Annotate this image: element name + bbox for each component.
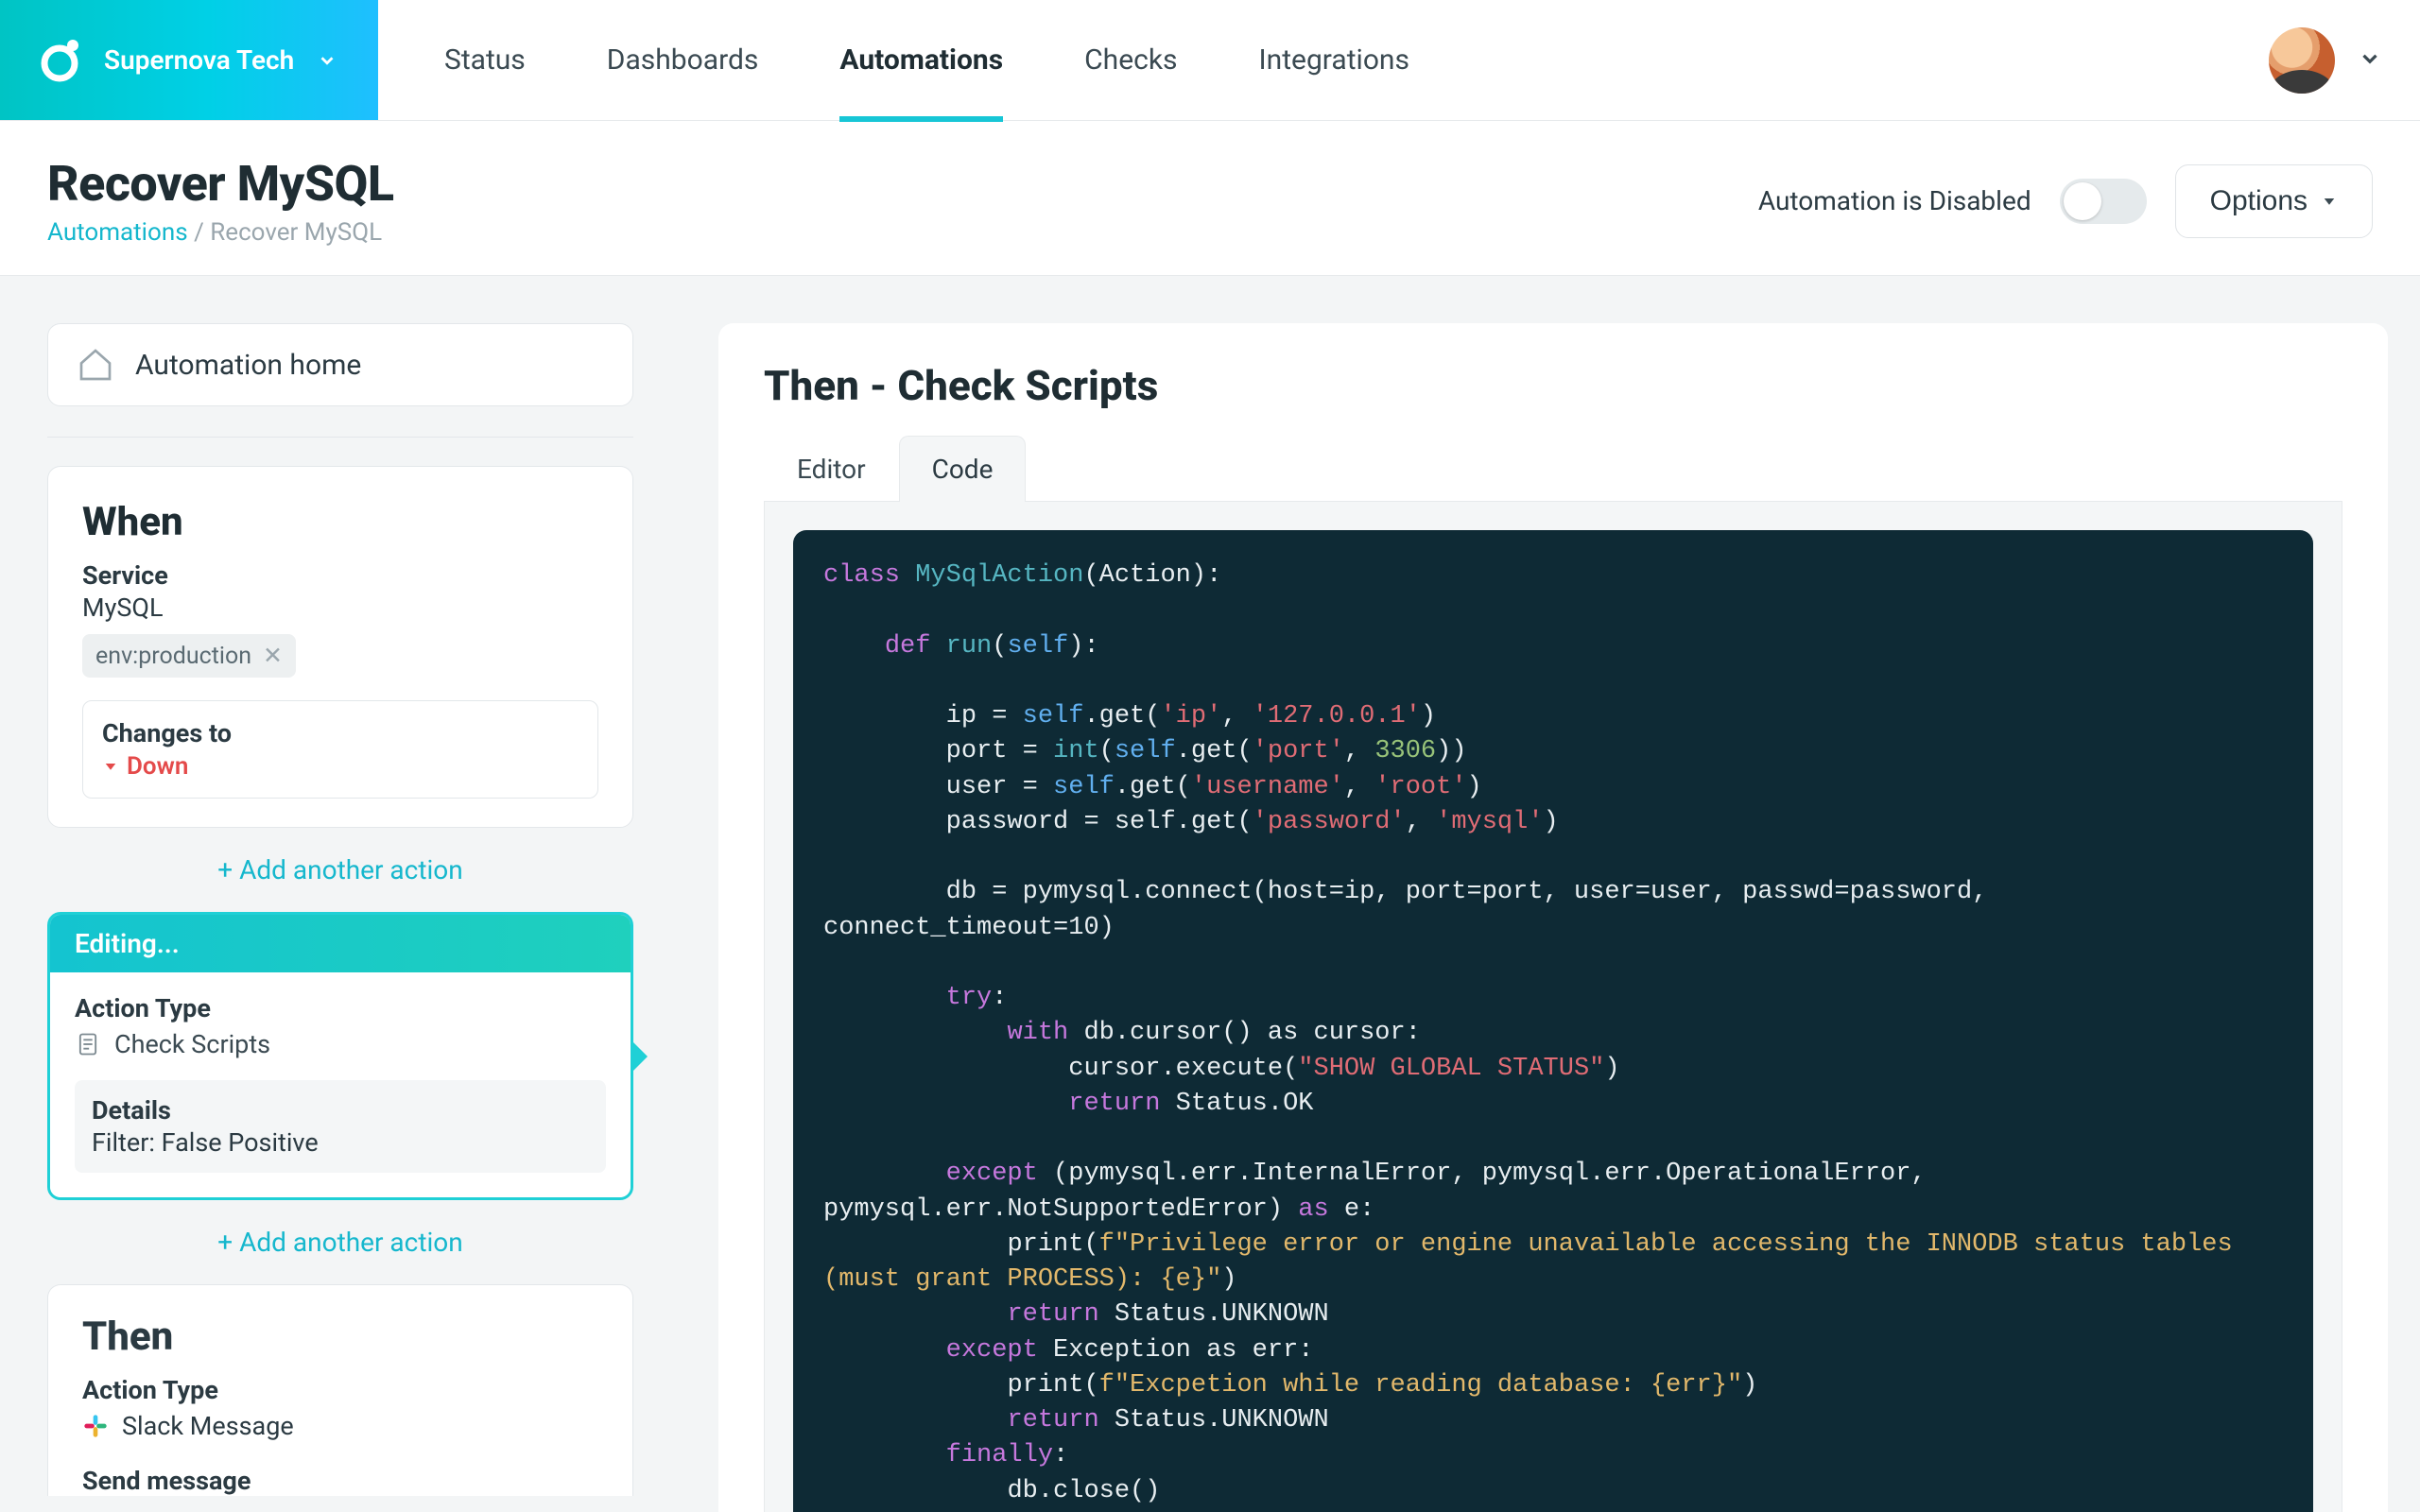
nav-automations[interactable]: Automations	[839, 0, 1003, 122]
org-name: Supernova Tech	[104, 44, 294, 76]
breadcrumb-leaf: Recover MySQL	[210, 218, 382, 247]
service-label: Service	[82, 560, 598, 591]
user-avatar[interactable]	[2269, 27, 2335, 94]
when-title: When	[82, 499, 598, 545]
primary-nav: Status Dashboards Automations Checks Int…	[378, 0, 2269, 120]
divider	[47, 437, 633, 438]
automation-home-label: Automation home	[135, 349, 361, 382]
enable-toggle[interactable]	[2060, 179, 2147, 224]
changes-label: Changes to	[102, 718, 579, 748]
then-title: Then	[82, 1314, 598, 1360]
then-action-type-label: Action Type	[82, 1375, 598, 1405]
breadcrumb-root[interactable]: Automations	[47, 218, 188, 247]
page-header: Recover MySQL Automations / Recover MySQ…	[0, 121, 2420, 276]
tab-code[interactable]: Code	[899, 436, 1027, 502]
sidebar: Automation home When Service MySQL env:p…	[0, 323, 633, 1512]
code-block[interactable]: class MySqlAction(Action): def run(self)…	[793, 530, 2313, 1512]
home-icon	[77, 346, 114, 384]
panel-title: Then - Check Scripts	[764, 361, 2342, 410]
service-value: MySQL	[82, 593, 598, 623]
then-action-type-value: Slack Message	[82, 1411, 598, 1441]
options-label: Options	[2210, 185, 2308, 217]
send-message-label: Send message	[82, 1466, 598, 1496]
when-card[interactable]: When Service MySQL env:production ✕ Chan…	[47, 466, 633, 828]
automation-home-button[interactable]: Automation home	[47, 323, 633, 406]
close-icon[interactable]: ✕	[263, 642, 283, 670]
changes-to-box[interactable]: Changes to Down	[82, 700, 598, 799]
topbar: Supernova Tech Status Dashboards Automat…	[0, 0, 2420, 121]
chevron-down-icon	[317, 50, 337, 71]
details-box: Details Filter: False Positive	[75, 1080, 606, 1173]
editing-action-card[interactable]: Editing... Action Type Check Scripts Det…	[47, 912, 633, 1200]
chevron-down-icon[interactable]	[2358, 46, 2382, 75]
action-type-value: Check Scripts	[75, 1029, 606, 1059]
script-panel: Then - Check Scripts Editor Code class M…	[718, 323, 2388, 1512]
nav-dashboards[interactable]: Dashboards	[607, 0, 759, 122]
org-switcher[interactable]: Supernova Tech	[0, 0, 378, 120]
code-tabs: Editor Code	[764, 435, 2342, 502]
caret-down-icon	[102, 758, 119, 775]
tab-editor[interactable]: Editor	[764, 436, 899, 502]
caret-down-icon	[2321, 193, 2338, 210]
code-container: class MySqlAction(Action): def run(self)…	[764, 502, 2342, 1512]
page-body: Automation home When Service MySQL env:p…	[0, 276, 2420, 1512]
action-type-label: Action Type	[75, 993, 606, 1023]
main: Then - Check Scripts Editor Code class M…	[718, 323, 2420, 1512]
then-card[interactable]: Then Action Type Slack Message Send mess…	[47, 1284, 633, 1496]
nav-checks[interactable]: Checks	[1084, 0, 1177, 122]
nav-right	[2269, 0, 2420, 120]
nav-status[interactable]: Status	[444, 0, 526, 122]
script-icon	[75, 1031, 101, 1057]
nav-integrations[interactable]: Integrations	[1259, 0, 1409, 122]
details-value: Filter: False Positive	[92, 1127, 589, 1158]
add-action-link[interactable]: + Add another action	[47, 854, 633, 885]
page-title: Recover MySQL	[47, 155, 394, 213]
details-label: Details	[92, 1095, 589, 1125]
slack-icon	[82, 1413, 109, 1439]
breadcrumb: Automations / Recover MySQL	[47, 218, 394, 247]
changes-value: Down	[102, 752, 579, 781]
options-button[interactable]: Options	[2175, 164, 2373, 238]
add-action-link[interactable]: + Add another action	[47, 1227, 633, 1258]
editing-badge: Editing...	[50, 915, 631, 972]
env-tag[interactable]: env:production ✕	[82, 634, 296, 678]
automation-state-label: Automation is Disabled	[1758, 185, 2031, 216]
brand-logo-icon	[34, 35, 85, 86]
env-tag-text: env:production	[95, 643, 251, 670]
